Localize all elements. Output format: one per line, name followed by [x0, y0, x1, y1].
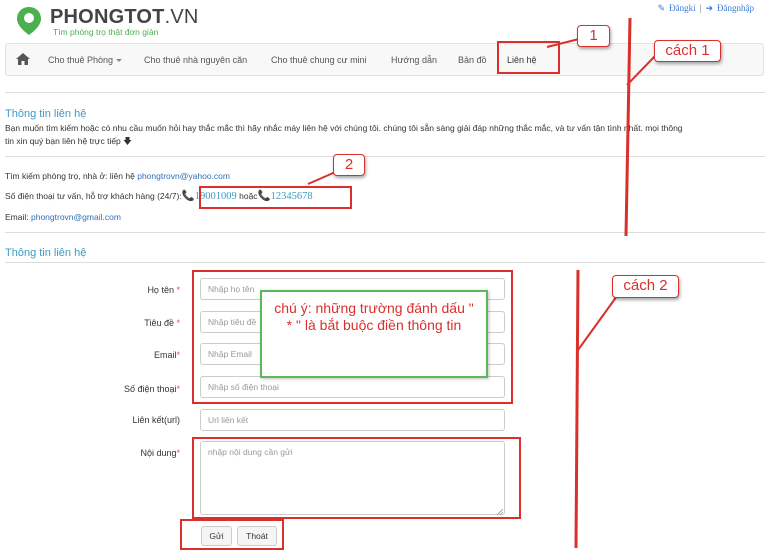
divider-line-way2	[574, 269, 580, 549]
callout-number-2: 2	[333, 154, 365, 176]
nav-item-rent-room[interactable]: Cho thuê Phòng	[48, 55, 123, 65]
intro-text-line2: tin xin quý bạn liên hệ trực tiếp 🡇	[5, 136, 132, 146]
pointer-line-way2	[577, 295, 618, 351]
home-icon[interactable]	[16, 53, 30, 65]
callout-number-1: 1	[577, 25, 610, 47]
divider	[5, 92, 765, 93]
search-contact-line: Tìm kiếm phòng trọ, nhà ở: liên hệ phong…	[5, 171, 230, 181]
intro-text-line1: Bạn muốn tìm kiếm hoặc có nhu cầu muốn h…	[5, 123, 683, 133]
url-input[interactable]: Url liên kết	[200, 409, 505, 431]
email-contact-line: Email: phongtrovn@gmail.com	[5, 212, 121, 222]
highlight-content-field	[192, 437, 521, 519]
phone-label: Số điện thoại*	[123, 384, 180, 394]
section-title-contact-info: Thông tin liên hệ	[5, 108, 87, 120]
divider: |	[699, 3, 702, 13]
nav-item-rent-house[interactable]: Cho thuê nhà nguyên căn	[144, 55, 247, 65]
required-fields-note: chú ý: những trường đánh dấu " * " là bắ…	[260, 290, 488, 378]
highlight-phone-numbers	[199, 186, 352, 209]
highlight-buttons	[180, 519, 284, 550]
register-link[interactable]: Đăngkí	[669, 3, 696, 14]
subject-label: Tiêu đề *	[144, 318, 180, 328]
phone-icon: 📞	[181, 191, 195, 202]
contact-email-link[interactable]: phongtrovn@gmail.com	[31, 212, 121, 222]
divider	[5, 156, 765, 157]
nav-item-rent-apartment[interactable]: Cho thuê chung cư mini	[271, 55, 367, 65]
nav-item-guide[interactable]: Hướng dẫn	[391, 55, 437, 65]
divider	[5, 262, 765, 263]
link-label: Liên kết(url)	[132, 415, 180, 425]
divider	[5, 232, 765, 233]
section-title-contact-form: Thông tin liên hệ	[5, 247, 87, 259]
login-link[interactable]: Đăngnhập	[717, 3, 754, 14]
top-auth-links: ✎ Đăngkí | ➜ Đăngnhập	[658, 3, 754, 14]
logo-tagline: Tìm phòng trọ thật đơn giản	[53, 27, 159, 37]
logo-text[interactable]: PHONGTOT.VN	[50, 6, 199, 29]
chevron-down-icon	[116, 59, 123, 63]
email-label: Email*	[153, 350, 180, 360]
arrow-down-icon: 🡇	[123, 136, 132, 146]
login-icon: ➜	[705, 3, 713, 13]
pencil-icon: ✎	[657, 3, 666, 13]
name-label: Họ tên *	[147, 285, 180, 295]
highlight-contact-nav	[497, 41, 560, 74]
content-label: Nội dung*	[140, 448, 180, 458]
logo-pin-icon	[16, 6, 42, 36]
search-email-link[interactable]: phongtrovn@yahoo.com	[137, 171, 230, 181]
nav-item-map[interactable]: Bản đồ	[458, 55, 487, 65]
callout-way-2: cách 2	[612, 275, 679, 298]
callout-way-1: cách 1	[654, 40, 721, 62]
